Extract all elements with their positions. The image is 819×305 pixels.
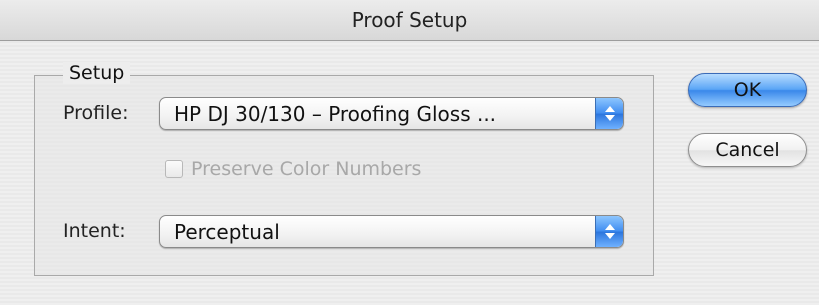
preserve-color-numbers-label: Preserve Color Numbers [191, 158, 422, 180]
preserve-color-numbers-checkbox[interactable] [165, 160, 183, 178]
intent-value: Perceptual [174, 219, 280, 244]
intent-label: Intent: [63, 220, 126, 242]
cancel-button[interactable]: Cancel [688, 133, 807, 167]
dialog-content: Setup Profile: HP DJ 30/130 – Proofing G… [0, 41, 819, 305]
profile-popup[interactable]: HP DJ 30/130 – Proofing Gloss ... [159, 97, 624, 130]
ok-button-label: OK [733, 79, 762, 101]
cancel-button-label: Cancel [715, 139, 780, 161]
title-bar: Proof Setup [0, 0, 819, 41]
setup-groupbox: Setup Profile: HP DJ 30/130 – Proofing G… [34, 62, 654, 276]
popup-arrows-icon [595, 216, 623, 247]
setup-group-legend: Setup [63, 62, 131, 84]
window-title: Proof Setup [351, 8, 468, 32]
ok-button[interactable]: OK [688, 73, 807, 107]
intent-popup[interactable]: Perceptual [159, 215, 624, 248]
profile-value: HP DJ 30/130 – Proofing Gloss ... [174, 101, 497, 126]
profile-label: Profile: [63, 102, 129, 124]
preserve-color-numbers-row: Preserve Color Numbers [165, 158, 421, 180]
popup-arrows-icon [595, 98, 623, 129]
